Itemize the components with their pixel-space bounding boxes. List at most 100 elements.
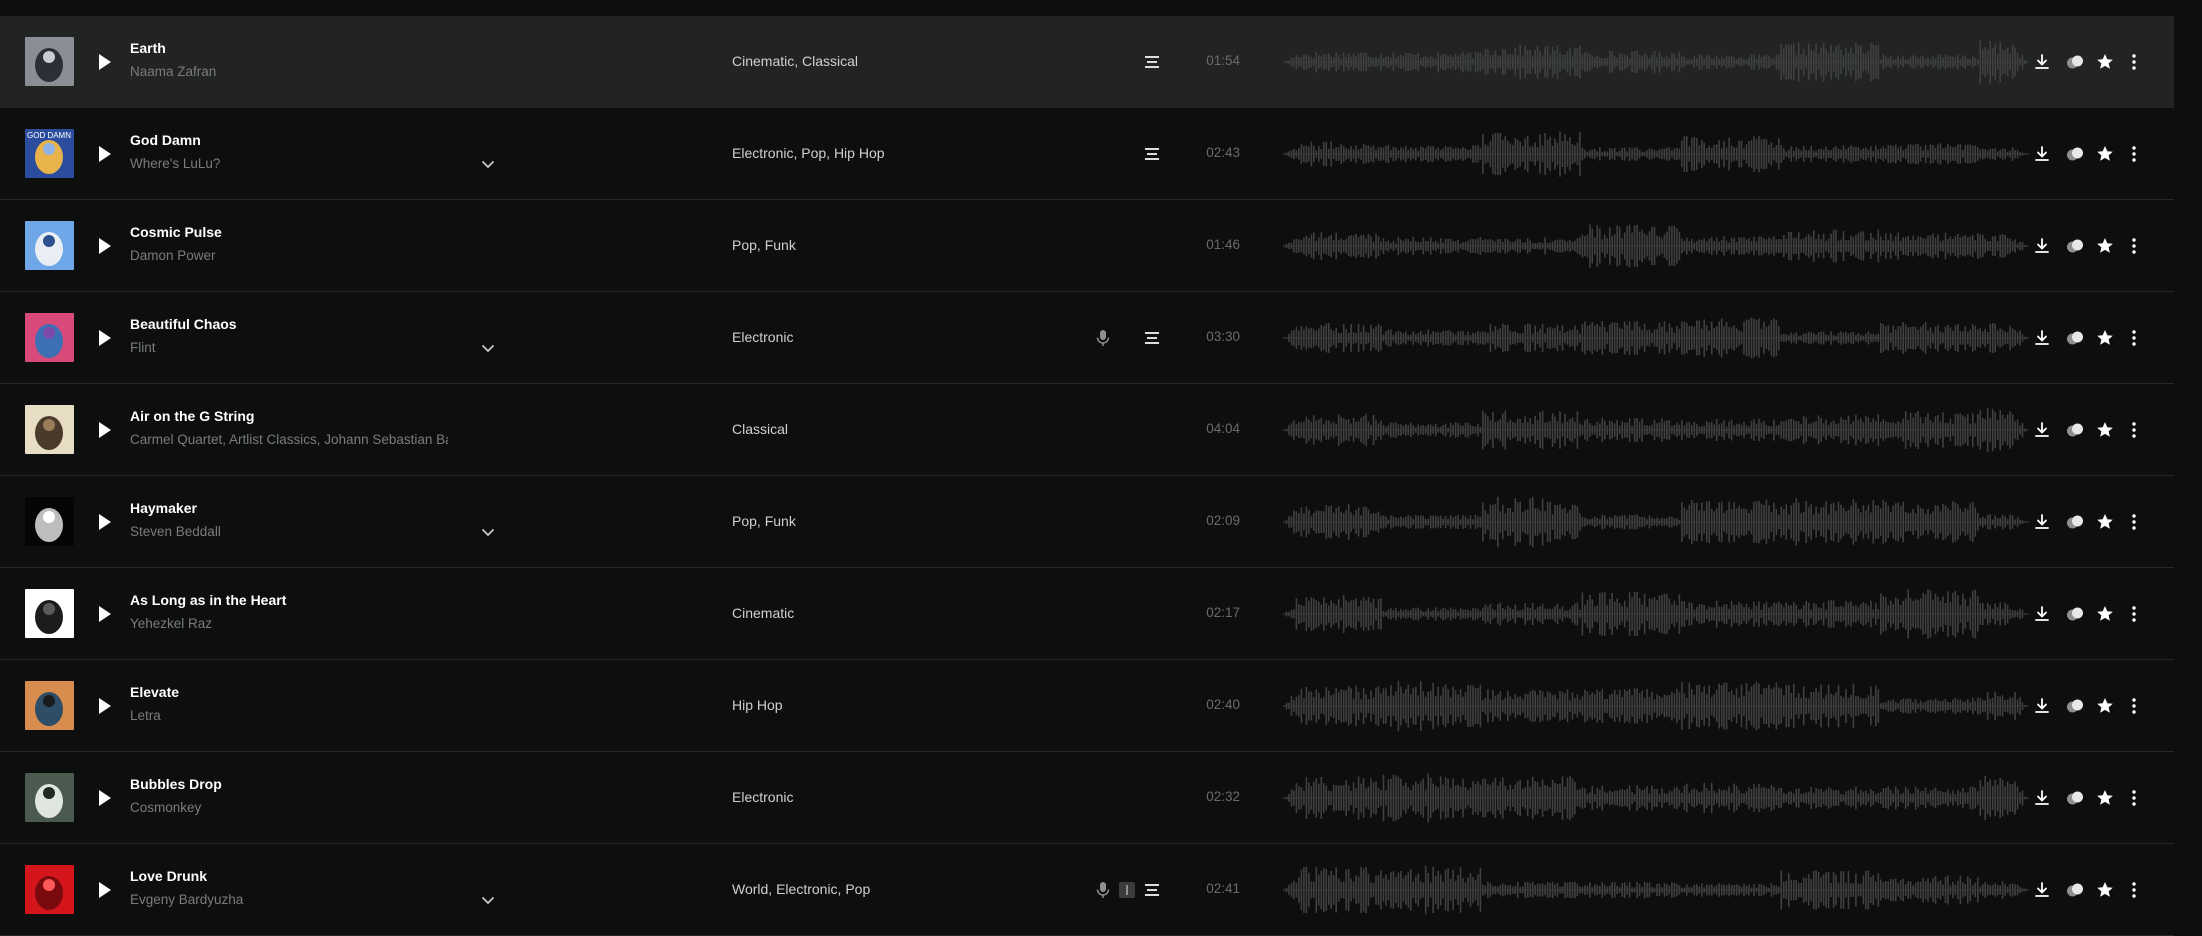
find-similar-button[interactable] bbox=[2064, 511, 2086, 533]
waveform[interactable] bbox=[1283, 862, 2029, 918]
track-artist[interactable]: Letra bbox=[130, 708, 448, 723]
play-button[interactable] bbox=[92, 325, 116, 351]
track-row[interactable]: GOD DAMN God Damn Where's LuLu? Electron… bbox=[0, 108, 2174, 200]
track-title[interactable]: As Long as in the Heart bbox=[130, 592, 286, 608]
more-options-button[interactable] bbox=[2123, 695, 2145, 717]
album-art[interactable] bbox=[25, 681, 74, 730]
find-similar-button[interactable] bbox=[2064, 51, 2086, 73]
track-genres[interactable]: Cinematic bbox=[732, 605, 794, 621]
download-button[interactable] bbox=[2031, 51, 2053, 73]
expand-button[interactable] bbox=[478, 526, 498, 540]
track-title[interactable]: Cosmic Pulse bbox=[130, 224, 222, 240]
track-genres[interactable]: Electronic, Pop, Hip Hop bbox=[732, 145, 885, 161]
more-options-button[interactable] bbox=[2123, 327, 2145, 349]
track-row[interactable]: Love Drunk Evgeny Bardyuzha World, Elect… bbox=[0, 844, 2174, 936]
album-art[interactable] bbox=[25, 589, 74, 638]
download-button[interactable] bbox=[2031, 879, 2053, 901]
track-title[interactable]: Love Drunk bbox=[130, 868, 207, 884]
album-art[interactable] bbox=[25, 497, 74, 546]
track-genres[interactable]: Pop, Funk bbox=[732, 237, 796, 253]
album-art[interactable]: GOD DAMN bbox=[25, 129, 74, 178]
play-button[interactable] bbox=[92, 141, 116, 167]
track-row[interactable]: Haymaker Steven Beddall Pop, Funk 02:09 bbox=[0, 476, 2174, 568]
find-similar-button[interactable] bbox=[2064, 327, 2086, 349]
album-art[interactable] bbox=[25, 221, 74, 270]
play-button[interactable] bbox=[92, 417, 116, 443]
find-similar-button[interactable] bbox=[2064, 603, 2086, 625]
track-artist[interactable]: Steven Beddall bbox=[130, 524, 448, 539]
more-options-button[interactable] bbox=[2123, 51, 2145, 73]
track-genres[interactable]: Classical bbox=[732, 421, 788, 437]
find-similar-button[interactable] bbox=[2064, 143, 2086, 165]
lyrics-button[interactable] bbox=[1142, 144, 1162, 164]
album-art[interactable] bbox=[25, 37, 74, 86]
more-options-button[interactable] bbox=[2123, 879, 2145, 901]
lyrics-button[interactable] bbox=[1142, 328, 1162, 348]
play-button[interactable] bbox=[92, 509, 116, 535]
play-button[interactable] bbox=[92, 233, 116, 259]
download-button[interactable] bbox=[2031, 327, 2053, 349]
waveform[interactable] bbox=[1283, 34, 2029, 90]
album-art[interactable] bbox=[25, 405, 74, 454]
more-options-button[interactable] bbox=[2123, 419, 2145, 441]
track-artist[interactable]: Naama Zafran bbox=[130, 64, 448, 79]
expand-button[interactable] bbox=[478, 894, 498, 908]
play-button[interactable] bbox=[92, 785, 116, 811]
waveform[interactable] bbox=[1283, 770, 2029, 826]
album-art[interactable] bbox=[25, 773, 74, 822]
lyrics-button[interactable] bbox=[1142, 880, 1162, 900]
favorite-button[interactable] bbox=[2094, 787, 2116, 809]
favorite-button[interactable] bbox=[2094, 419, 2116, 441]
track-genres[interactable]: Hip Hop bbox=[732, 697, 783, 713]
track-genres[interactable]: Electronic bbox=[732, 789, 793, 805]
track-genres[interactable]: World, Electronic, Pop bbox=[732, 881, 870, 897]
track-genres[interactable]: Cinematic, Classical bbox=[732, 53, 858, 69]
track-title[interactable]: Air on the G String bbox=[130, 408, 254, 424]
find-similar-button[interactable] bbox=[2064, 787, 2086, 809]
download-button[interactable] bbox=[2031, 603, 2053, 625]
waveform[interactable] bbox=[1283, 310, 2029, 366]
lyrics-button[interactable] bbox=[1142, 52, 1162, 72]
waveform[interactable] bbox=[1283, 402, 2029, 458]
waveform[interactable] bbox=[1283, 586, 2029, 642]
waveform[interactable] bbox=[1283, 218, 2029, 274]
download-button[interactable] bbox=[2031, 695, 2053, 717]
track-title[interactable]: Beautiful Chaos bbox=[130, 316, 237, 332]
track-genres[interactable]: Electronic bbox=[732, 329, 793, 345]
download-button[interactable] bbox=[2031, 787, 2053, 809]
album-art[interactable] bbox=[25, 313, 74, 362]
track-genres[interactable]: Pop, Funk bbox=[732, 513, 796, 529]
play-button[interactable] bbox=[92, 877, 116, 903]
download-button[interactable] bbox=[2031, 143, 2053, 165]
find-similar-button[interactable] bbox=[2064, 879, 2086, 901]
more-options-button[interactable] bbox=[2123, 603, 2145, 625]
waveform[interactable] bbox=[1283, 494, 2029, 550]
track-row[interactable]: As Long as in the Heart Yehezkel Raz Cin… bbox=[0, 568, 2174, 660]
track-title[interactable]: Elevate bbox=[130, 684, 179, 700]
more-options-button[interactable] bbox=[2123, 787, 2145, 809]
favorite-button[interactable] bbox=[2094, 511, 2116, 533]
favorite-button[interactable] bbox=[2094, 603, 2116, 625]
track-artist[interactable]: Where's LuLu? bbox=[130, 156, 448, 171]
track-artist[interactable]: Cosmonkey bbox=[130, 800, 448, 815]
track-artist[interactable]: Damon Power bbox=[130, 248, 448, 263]
track-artist[interactable]: Flint bbox=[130, 340, 448, 355]
track-row[interactable]: Elevate Letra Hip Hop 02:40 bbox=[0, 660, 2174, 752]
favorite-button[interactable] bbox=[2094, 327, 2116, 349]
track-row[interactable]: Earth Naama Zafran Cinematic, Classical … bbox=[0, 16, 2174, 108]
play-button[interactable] bbox=[92, 601, 116, 627]
play-button[interactable] bbox=[92, 49, 116, 75]
download-button[interactable] bbox=[2031, 235, 2053, 257]
track-row[interactable]: Bubbles Drop Cosmonkey Electronic 02:32 bbox=[0, 752, 2174, 844]
favorite-button[interactable] bbox=[2094, 879, 2116, 901]
track-artist[interactable]: Carmel Quartet, Artlist Classics, Johann… bbox=[130, 432, 448, 447]
track-row[interactable]: Air on the G String Carmel Quartet, Artl… bbox=[0, 384, 2174, 476]
find-similar-button[interactable] bbox=[2064, 695, 2086, 717]
track-title[interactable]: Bubbles Drop bbox=[130, 776, 222, 792]
track-title[interactable]: God Damn bbox=[130, 132, 201, 148]
track-title[interactable]: Earth bbox=[130, 40, 166, 56]
track-artist[interactable]: Yehezkel Raz bbox=[130, 616, 448, 631]
find-similar-button[interactable] bbox=[2064, 235, 2086, 257]
play-button[interactable] bbox=[92, 693, 116, 719]
favorite-button[interactable] bbox=[2094, 695, 2116, 717]
